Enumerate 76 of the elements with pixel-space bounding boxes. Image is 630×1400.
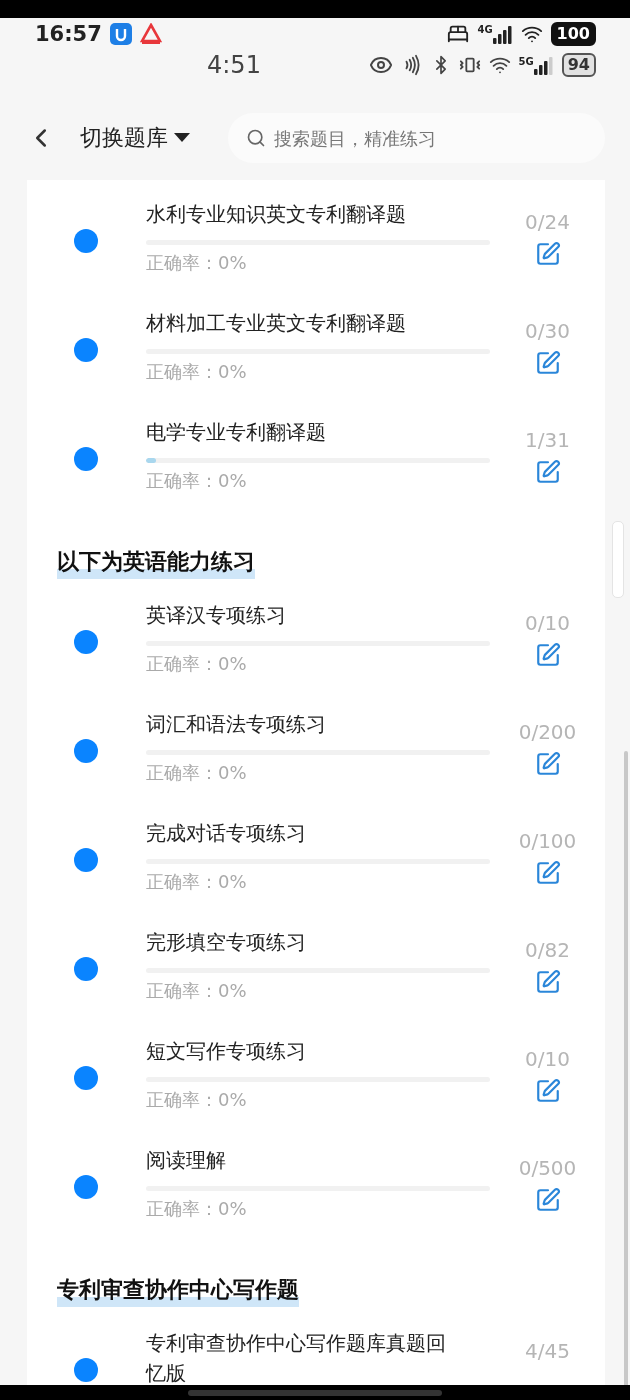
question-bank-item[interactable]: 英译汉专项练习 正确率：0% 0/10 [27, 600, 605, 709]
edit-button[interactable] [534, 642, 561, 668]
accuracy-text: 正确率：0% [146, 360, 248, 384]
item-title: 阅读理解 [146, 1147, 227, 1174]
caret-down-icon [174, 133, 190, 143]
status-dot [73, 1174, 98, 1199]
battery-indicator: 94 [561, 53, 596, 77]
question-bank-item[interactable]: 电学专业专利翻译题 正确率：0% 1/31 [27, 417, 605, 526]
question-bank-item[interactable]: 专利审查协作中心写作题库真题回忆版 4/45 [27, 1328, 605, 1385]
section-heading: 专利审查协作中心写作题 [57, 1275, 299, 1307]
accuracy-text: 正确率：0% [146, 251, 248, 275]
bed-icon [447, 23, 470, 45]
progress-count: 0/82 [525, 937, 570, 963]
accuracy-text: 正确率：0% [146, 761, 248, 785]
item-title: 短文写作专项练习 [146, 1038, 307, 1065]
question-bank-item[interactable]: 词汇和语法专项练习 正确率：0% 0/200 [27, 709, 605, 818]
status-dot [73, 738, 98, 763]
edit-button[interactable] [534, 1078, 561, 1104]
progress-count: 0/24 [525, 209, 570, 235]
question-bank-item[interactable]: 材料加工专业英文专利翻译题 正确率：0% 0/30 [27, 308, 605, 417]
section-heading: 以下为英语能力练习 [57, 547, 255, 579]
accuracy-text: 正确率：0% [146, 870, 248, 894]
app-icon [109, 23, 132, 45]
status-dot [73, 337, 98, 362]
switch-bank-dropdown[interactable]: 切换题库 [80, 123, 190, 153]
question-bank-item[interactable]: 短文写作专项练习 正确率：0% 0/10 [27, 1036, 605, 1145]
signal-icon [533, 55, 554, 75]
item-title: 电学专业专利翻译题 [146, 419, 327, 446]
item-title: 材料加工专业英文专利翻译题 [146, 310, 407, 337]
accuracy-text: 正确率：0% [146, 469, 248, 493]
item-title: 完形填空专项练习 [146, 929, 307, 956]
clock-time: 16:57 [35, 22, 102, 46]
edit-button[interactable] [534, 969, 561, 995]
question-bank-item[interactable]: 完形填空专项练习 正确率：0% 0/82 [27, 927, 605, 1036]
item-title: 专利审查协作中心写作题库真题回忆版 [146, 1330, 447, 1385]
item-title: 词汇和语法专项练习 [146, 711, 327, 738]
battery-indicator: 100 [550, 22, 596, 46]
signal-icon [492, 24, 513, 44]
clock-time: 4:51 [207, 51, 261, 79]
accuracy-text: 正确率：0% [146, 1197, 248, 1221]
progress-count: 1/31 [525, 427, 570, 453]
progress-count: 0/200 [518, 719, 577, 745]
question-bank-item[interactable]: 水利专业知识英文专利翻译题 正确率：0% 0/24 [27, 199, 605, 308]
status-dot [73, 629, 98, 654]
status-dot [73, 956, 98, 981]
progress-count: 0/30 [525, 318, 570, 344]
item-title: 完成对话专项练习 [146, 820, 307, 847]
edit-button[interactable] [534, 860, 561, 886]
network-type: 5G [518, 56, 534, 67]
status-dot [73, 1065, 98, 1090]
status-dot [73, 228, 98, 253]
progress-count: 0/10 [525, 610, 570, 636]
status-dot [73, 1357, 98, 1382]
progress-count: 0/500 [518, 1155, 577, 1181]
app-icon [139, 23, 162, 45]
search-field[interactable]: 搜索题目，精准练习 [272, 126, 605, 150]
status-dot [73, 847, 98, 872]
question-bank-item[interactable]: 阅读理解 正确率：0% 0/500 [27, 1145, 605, 1254]
item-title: 水利专业知识英文专利翻译题 [146, 201, 407, 228]
progress-count: 4/45 [525, 1338, 570, 1364]
search-bar[interactable]: 搜索题目，精准练习 [228, 113, 605, 163]
edit-button[interactable] [534, 1187, 561, 1213]
item-title: 英译汉专项练习 [146, 602, 287, 629]
network-type: 4G [477, 24, 493, 35]
accuracy-text: 正确率：0% [146, 979, 248, 1003]
progress-count: 0/10 [525, 1046, 570, 1072]
edit-button[interactable] [534, 350, 561, 376]
edit-button[interactable] [534, 459, 561, 485]
question-bank-item[interactable]: 完成对话专项练习 正确率：0% 0/100 [27, 818, 605, 927]
edit-button[interactable] [534, 751, 561, 777]
search-icon [246, 128, 266, 148]
status-dot [73, 446, 98, 471]
edit-button[interactable] [534, 241, 561, 267]
progress-count: 0/100 [518, 828, 577, 854]
accuracy-text: 正确率：0% [146, 652, 248, 676]
accuracy-text: 正确率：0% [146, 1088, 248, 1112]
